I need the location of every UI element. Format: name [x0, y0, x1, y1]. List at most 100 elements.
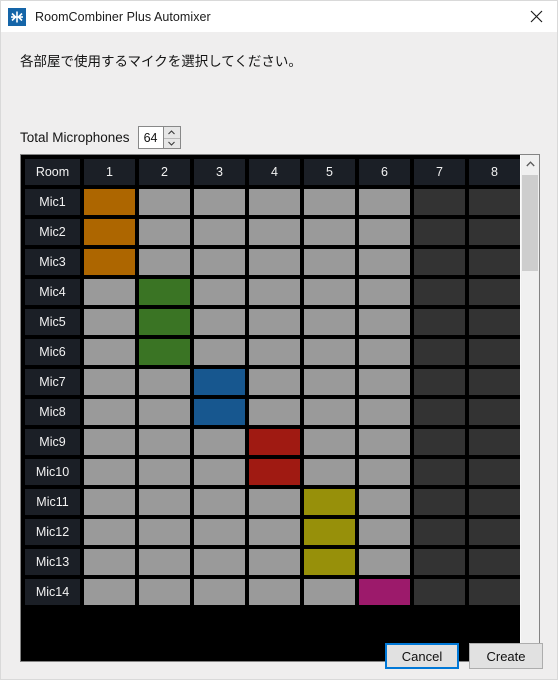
- grid-cell-mic12-room3[interactable]: [194, 519, 245, 545]
- grid-cell-mic12-room1[interactable]: [84, 519, 135, 545]
- grid-cell-mic4-room5[interactable]: [304, 279, 355, 305]
- grid-cell-mic6-room1[interactable]: [84, 339, 135, 365]
- grid-cell-mic9-room3[interactable]: [194, 429, 245, 455]
- grid-cell-mic10-room3[interactable]: [194, 459, 245, 485]
- grid-row-header-mic8[interactable]: Mic8: [25, 399, 80, 425]
- grid-cell-mic5-room2[interactable]: [139, 309, 190, 335]
- grid-cell-mic8-room3[interactable]: [194, 399, 245, 425]
- grid-column-header-6[interactable]: 6: [359, 159, 410, 185]
- grid-cell-mic2-room1[interactable]: [84, 219, 135, 245]
- close-button[interactable]: [513, 1, 557, 32]
- grid-cell-mic12-room4[interactable]: [249, 519, 300, 545]
- grid-column-header-3[interactable]: 3: [194, 159, 245, 185]
- grid-cell-mic1-room6[interactable]: [359, 189, 410, 215]
- grid-cell-mic14-room4[interactable]: [249, 579, 300, 605]
- create-button[interactable]: Create: [469, 643, 543, 669]
- grid-cell-mic11-room2[interactable]: [139, 489, 190, 515]
- grid-cell-mic6-room3[interactable]: [194, 339, 245, 365]
- grid-cell-mic10-room2[interactable]: [139, 459, 190, 485]
- grid-cell-mic2-room3[interactable]: [194, 219, 245, 245]
- grid-cell-mic2-room6[interactable]: [359, 219, 410, 245]
- grid-cell-mic9-room5[interactable]: [304, 429, 355, 455]
- grid-cell-mic8-room2[interactable]: [139, 399, 190, 425]
- grid-cell-mic7-room1[interactable]: [84, 369, 135, 395]
- grid-cell-mic6-room4[interactable]: [249, 339, 300, 365]
- grid-cell-mic8-room1[interactable]: [84, 399, 135, 425]
- grid-cell-mic5-room5[interactable]: [304, 309, 355, 335]
- grid-cell-mic7-room2[interactable]: [139, 369, 190, 395]
- grid-cell-mic5-room4[interactable]: [249, 309, 300, 335]
- grid-column-header-2[interactable]: 2: [139, 159, 190, 185]
- grid-cell-mic10-room4[interactable]: [249, 459, 300, 485]
- scrollbar-thumb[interactable]: [522, 175, 538, 271]
- grid-cell-mic14-room2[interactable]: [139, 579, 190, 605]
- grid-cell-mic12-room6[interactable]: [359, 519, 410, 545]
- grid-row-header-mic12[interactable]: Mic12: [25, 519, 80, 545]
- grid-cell-mic8-room6[interactable]: [359, 399, 410, 425]
- grid-row-header-mic2[interactable]: Mic2: [25, 219, 80, 245]
- grid-cell-mic4-room6[interactable]: [359, 279, 410, 305]
- grid-cell-mic10-room1[interactable]: [84, 459, 135, 485]
- grid-cell-mic4-room1[interactable]: [84, 279, 135, 305]
- stepper-increment-button[interactable]: [163, 127, 180, 138]
- scrollbar-track[interactable]: [521, 173, 539, 643]
- grid-row-header-mic14[interactable]: Mic14: [25, 579, 80, 605]
- grid-row-header-mic1[interactable]: Mic1: [25, 189, 80, 215]
- grid-cell-mic5-room1[interactable]: [84, 309, 135, 335]
- grid-column-header-4[interactable]: 4: [249, 159, 300, 185]
- grid-cell-mic3-room3[interactable]: [194, 249, 245, 275]
- stepper-decrement-button[interactable]: [163, 137, 180, 148]
- total-microphones-input[interactable]: 64: [138, 127, 163, 148]
- grid-cell-mic6-room5[interactable]: [304, 339, 355, 365]
- grid-cell-mic1-room4[interactable]: [249, 189, 300, 215]
- grid-cell-mic8-room5[interactable]: [304, 399, 355, 425]
- grid-cell-mic3-room5[interactable]: [304, 249, 355, 275]
- grid-row-header-mic13[interactable]: Mic13: [25, 549, 80, 575]
- grid-row-header-mic11[interactable]: Mic11: [25, 489, 80, 515]
- scroll-up-button[interactable]: [521, 155, 539, 173]
- grid-cell-mic3-room1[interactable]: [84, 249, 135, 275]
- total-microphones-stepper[interactable]: 64: [137, 126, 181, 149]
- grid-cell-mic1-room3[interactable]: [194, 189, 245, 215]
- grid-column-header-8[interactable]: 8: [469, 159, 520, 185]
- grid-row-header-mic3[interactable]: Mic3: [25, 249, 80, 275]
- grid-cell-mic13-room5[interactable]: [304, 549, 355, 575]
- grid-cell-mic1-room1[interactable]: [84, 189, 135, 215]
- grid-cell-mic2-room5[interactable]: [304, 219, 355, 245]
- grid-cell-mic4-room2[interactable]: [139, 279, 190, 305]
- cancel-button[interactable]: Cancel: [385, 643, 459, 669]
- grid-cell-mic13-room2[interactable]: [139, 549, 190, 575]
- grid-cell-mic7-room6[interactable]: [359, 369, 410, 395]
- grid-row-header-mic9[interactable]: Mic9: [25, 429, 80, 455]
- grid-row-header-mic5[interactable]: Mic5: [25, 309, 80, 335]
- grid-cell-mic7-room5[interactable]: [304, 369, 355, 395]
- grid-cell-mic3-room6[interactable]: [359, 249, 410, 275]
- grid-cell-mic13-room6[interactable]: [359, 549, 410, 575]
- grid-cell-mic14-room3[interactable]: [194, 579, 245, 605]
- grid-cell-mic11-room3[interactable]: [194, 489, 245, 515]
- grid-cell-mic1-room2[interactable]: [139, 189, 190, 215]
- grid-cell-mic4-room4[interactable]: [249, 279, 300, 305]
- grid-cell-mic9-room2[interactable]: [139, 429, 190, 455]
- grid-row-header-mic6[interactable]: Mic6: [25, 339, 80, 365]
- grid-cell-mic13-room4[interactable]: [249, 549, 300, 575]
- grid-cell-mic14-room6[interactable]: [359, 579, 410, 605]
- grid-cell-mic8-room4[interactable]: [249, 399, 300, 425]
- grid-row-header-mic4[interactable]: Mic4: [25, 279, 80, 305]
- grid-cell-mic6-room6[interactable]: [359, 339, 410, 365]
- grid-cell-mic14-room1[interactable]: [84, 579, 135, 605]
- grid-cell-mic11-room4[interactable]: [249, 489, 300, 515]
- grid-cell-mic3-room2[interactable]: [139, 249, 190, 275]
- grid-cell-mic10-room6[interactable]: [359, 459, 410, 485]
- grid-cell-mic7-room4[interactable]: [249, 369, 300, 395]
- grid-cell-mic11-room1[interactable]: [84, 489, 135, 515]
- grid-cell-mic4-room3[interactable]: [194, 279, 245, 305]
- grid-row-header-mic7[interactable]: Mic7: [25, 369, 80, 395]
- grid-column-header-5[interactable]: 5: [304, 159, 355, 185]
- grid-cell-mic1-room5[interactable]: [304, 189, 355, 215]
- grid-cell-mic9-room4[interactable]: [249, 429, 300, 455]
- grid-cell-mic3-room4[interactable]: [249, 249, 300, 275]
- grid-cell-mic9-room6[interactable]: [359, 429, 410, 455]
- grid-cell-mic13-room3[interactable]: [194, 549, 245, 575]
- grid-cell-mic11-room5[interactable]: [304, 489, 355, 515]
